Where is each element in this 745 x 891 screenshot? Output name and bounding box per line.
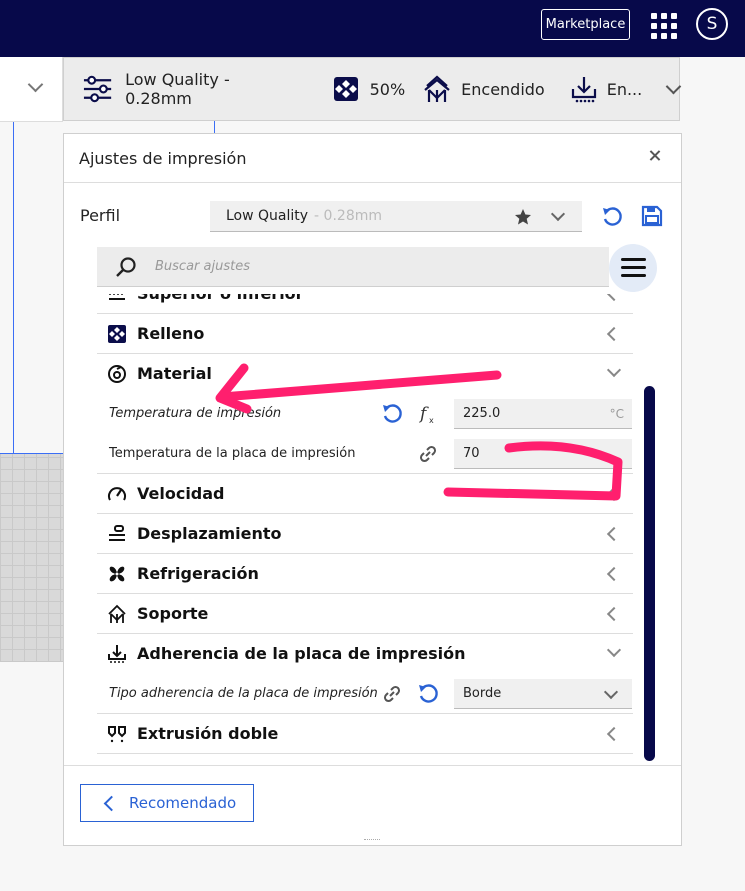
print-settings-summary[interactable]: Low Quality - 0.28mm 50% Encendido En... bbox=[63, 57, 682, 121]
apps-grid-icon[interactable] bbox=[651, 13, 677, 39]
chevron-left-icon bbox=[606, 486, 622, 502]
function-icon[interactable]: fx bbox=[417, 403, 439, 425]
sliders-icon bbox=[83, 75, 112, 103]
category-infill[interactable]: Relleno bbox=[97, 314, 633, 354]
summary-support: Encendido bbox=[461, 79, 545, 99]
search-placeholder: Buscar ajustes bbox=[155, 259, 250, 274]
support-icon bbox=[424, 75, 450, 102]
svg-text:f: f bbox=[418, 404, 429, 424]
category-dual-extrusion[interactable]: Extrusión doble bbox=[97, 714, 633, 754]
build-volume-edge bbox=[13, 121, 14, 453]
reset-icon[interactable] bbox=[417, 683, 439, 705]
bed-temperature-label: Temperatura de la placa de impresión bbox=[109, 446, 356, 461]
support-icon bbox=[108, 604, 126, 623]
print-temperature-input[interactable]: 225.0 °C bbox=[454, 399, 632, 429]
adhesion-type-label: Tipo adherencia de la placa de impresión bbox=[109, 686, 378, 701]
settings-list[interactable]: Superior o inferior Relleno Material Tem… bbox=[97, 294, 633, 765]
profile-name: Low Quality bbox=[226, 208, 309, 224]
chevron-down-icon bbox=[27, 76, 44, 93]
close-icon[interactable] bbox=[647, 148, 663, 164]
chevron-left-icon bbox=[606, 294, 622, 302]
settings-visibility-menu-button[interactable] bbox=[609, 244, 657, 292]
user-avatar[interactable]: S bbox=[696, 8, 728, 40]
infill-icon bbox=[108, 325, 126, 343]
setting-adhesion-type: Tipo adherencia de la placa de impresión… bbox=[97, 674, 633, 714]
settings-scrollbar[interactable] bbox=[644, 386, 655, 761]
print-settings-panel: Ajustes de impresión Perfil Low Quality … bbox=[63, 133, 682, 846]
category-material[interactable]: Material bbox=[97, 354, 633, 394]
reset-icon[interactable] bbox=[601, 206, 623, 228]
panel-title: Ajustes de impresión bbox=[79, 148, 247, 168]
reset-icon[interactable] bbox=[381, 403, 403, 425]
profile-label: Perfil bbox=[80, 206, 121, 225]
resize-handle[interactable] bbox=[364, 839, 380, 843]
chevron-left-icon bbox=[606, 606, 622, 622]
category-adhesion[interactable]: Adherencia de la placa de impresión bbox=[97, 634, 633, 674]
search-icon bbox=[116, 257, 136, 277]
material-icon bbox=[108, 365, 126, 383]
link-icon bbox=[383, 685, 401, 703]
svg-text:x: x bbox=[429, 416, 434, 425]
chevron-left-icon bbox=[606, 326, 622, 342]
summary-profile: Low Quality - 0.28mm bbox=[125, 70, 230, 108]
chevron-left-icon bbox=[103, 795, 120, 812]
chevron-down-icon bbox=[550, 206, 566, 222]
category-top-bottom[interactable]: Superior o inferior bbox=[97, 294, 633, 314]
adhesion-type-select[interactable]: Borde bbox=[454, 679, 632, 709]
speed-icon bbox=[108, 487, 126, 501]
category-support[interactable]: Soporte bbox=[97, 594, 633, 634]
infill-icon bbox=[333, 77, 358, 101]
setting-print-temperature: Temperatura de impresión fx 225.0 °C bbox=[97, 394, 633, 434]
adhesion-icon bbox=[108, 645, 126, 663]
link-icon bbox=[419, 445, 437, 463]
chevron-down-icon bbox=[606, 642, 622, 658]
category-cooling[interactable]: Refrigeración bbox=[97, 554, 633, 594]
summary-adhesion: En... bbox=[606, 79, 643, 99]
fan-icon bbox=[109, 566, 125, 582]
top-bottom-icon bbox=[109, 294, 125, 300]
category-speed[interactable]: Velocidad bbox=[97, 474, 633, 514]
print-temperature-label: Temperatura de impresión bbox=[109, 406, 282, 421]
chevron-down-icon bbox=[606, 362, 622, 378]
bed-temperature-input[interactable]: 70 bbox=[454, 439, 632, 469]
marketplace-button[interactable]: Marketplace bbox=[541, 9, 630, 40]
panel-footer: Recomendado bbox=[64, 765, 681, 848]
summary-infill: 50% bbox=[369, 79, 406, 99]
hamburger-icon bbox=[621, 258, 646, 261]
dual-extrusion-icon bbox=[108, 726, 126, 743]
panel-header: Ajustes de impresión bbox=[64, 134, 681, 183]
chevron-down-icon bbox=[603, 684, 619, 700]
setting-bed-temperature: Temperatura de la placa de impresión 70 bbox=[97, 434, 633, 474]
profile-select[interactable]: Low Quality - 0.28mm bbox=[210, 201, 582, 232]
build-volume-edge bbox=[214, 121, 215, 133]
recommended-button[interactable]: Recomendado bbox=[80, 784, 254, 822]
save-icon[interactable] bbox=[641, 205, 663, 227]
printer-selector[interactable] bbox=[0, 57, 63, 122]
chevron-left-icon bbox=[606, 566, 622, 582]
travel-icon bbox=[109, 525, 125, 541]
chevron-down-icon bbox=[665, 78, 682, 95]
top-bar: Marketplace S bbox=[0, 0, 745, 57]
star-icon[interactable] bbox=[514, 208, 532, 226]
chevron-left-icon bbox=[606, 726, 622, 742]
chevron-left-icon bbox=[606, 526, 622, 542]
category-travel[interactable]: Desplazamiento bbox=[97, 514, 633, 554]
search-input[interactable]: Buscar ajustes bbox=[97, 247, 609, 287]
adhesion-icon bbox=[571, 77, 596, 103]
profile-layer-height: - 0.28mm bbox=[314, 208, 382, 224]
